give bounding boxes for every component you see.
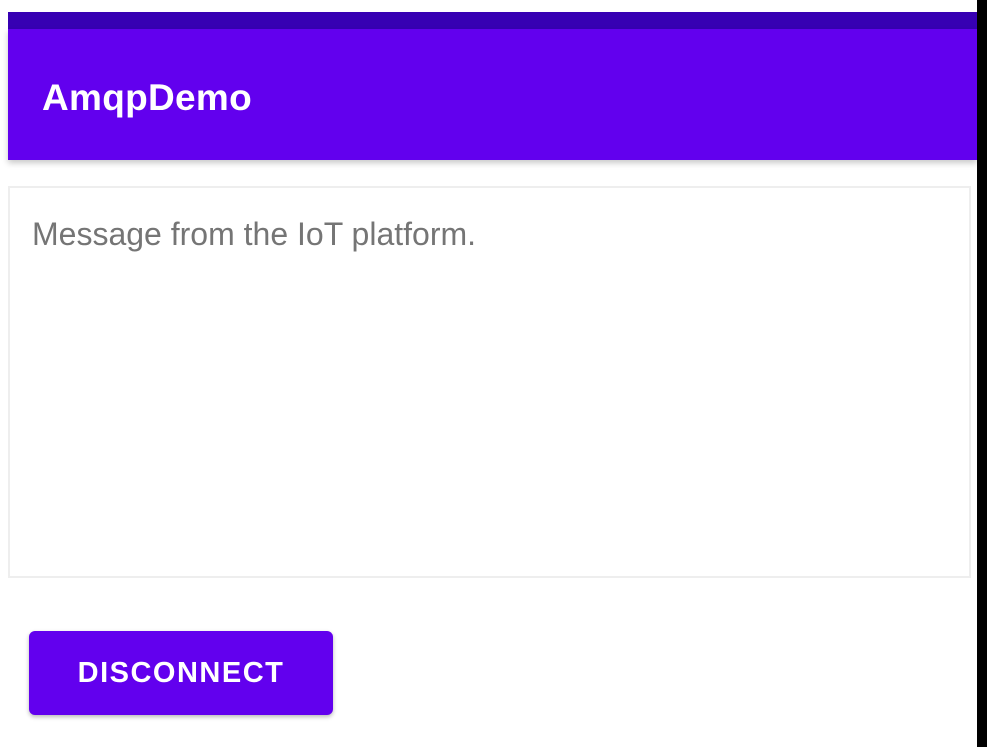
disconnect-button[interactable]: DISCONNECT (29, 631, 333, 715)
message-text: Message from the IoT platform. (32, 216, 477, 252)
app-screen: AmqpDemo Message from the IoT platform. … (0, 0, 987, 747)
message-area: Message from the IoT platform. (8, 186, 971, 578)
app-title: AmqpDemo (42, 77, 253, 118)
top-margin (0, 0, 977, 12)
window-right-edge (977, 0, 987, 747)
app-bar: AmqpDemo (8, 29, 977, 160)
status-bar (8, 12, 977, 29)
disconnect-button-label: DISCONNECT (77, 656, 285, 689)
